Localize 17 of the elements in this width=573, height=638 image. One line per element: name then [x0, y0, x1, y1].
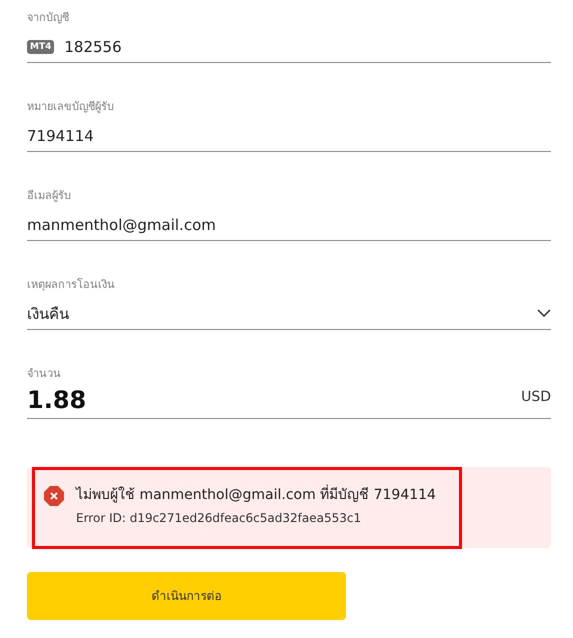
error-message: ไม่พบผู้ใช้ manmenthol@gmail.com ที่มีบัญชี 7194114 [76, 485, 436, 505]
field-label: อีเมลผู้รับ [27, 188, 71, 204]
field-label: เหตุผลการโอนเงิน [27, 277, 115, 293]
platform-badge: MT4 [27, 40, 54, 54]
chevron-down-icon[interactable] [537, 309, 551, 317]
continue-button[interactable]: ดำเนินการต่อ [27, 572, 346, 620]
field-value: 7194114 [27, 126, 94, 147]
field-value: 1.88 [27, 386, 86, 414]
field-label: หมายเลขบัญชีผู้รับ [27, 99, 114, 115]
error-id: Error ID: d19c271ed26dfeac6c5ad32faea553c1 [76, 510, 362, 527]
field-value: manmenthol@gmail.com [27, 215, 216, 236]
error-icon [44, 486, 64, 506]
currency-label: USD [521, 388, 551, 407]
field-value: 182556 [64, 37, 122, 58]
field-label: จำนวน [27, 366, 61, 382]
field-value[interactable]: เงินคืน [27, 303, 69, 325]
field-label: จากบัญชี [27, 10, 69, 26]
